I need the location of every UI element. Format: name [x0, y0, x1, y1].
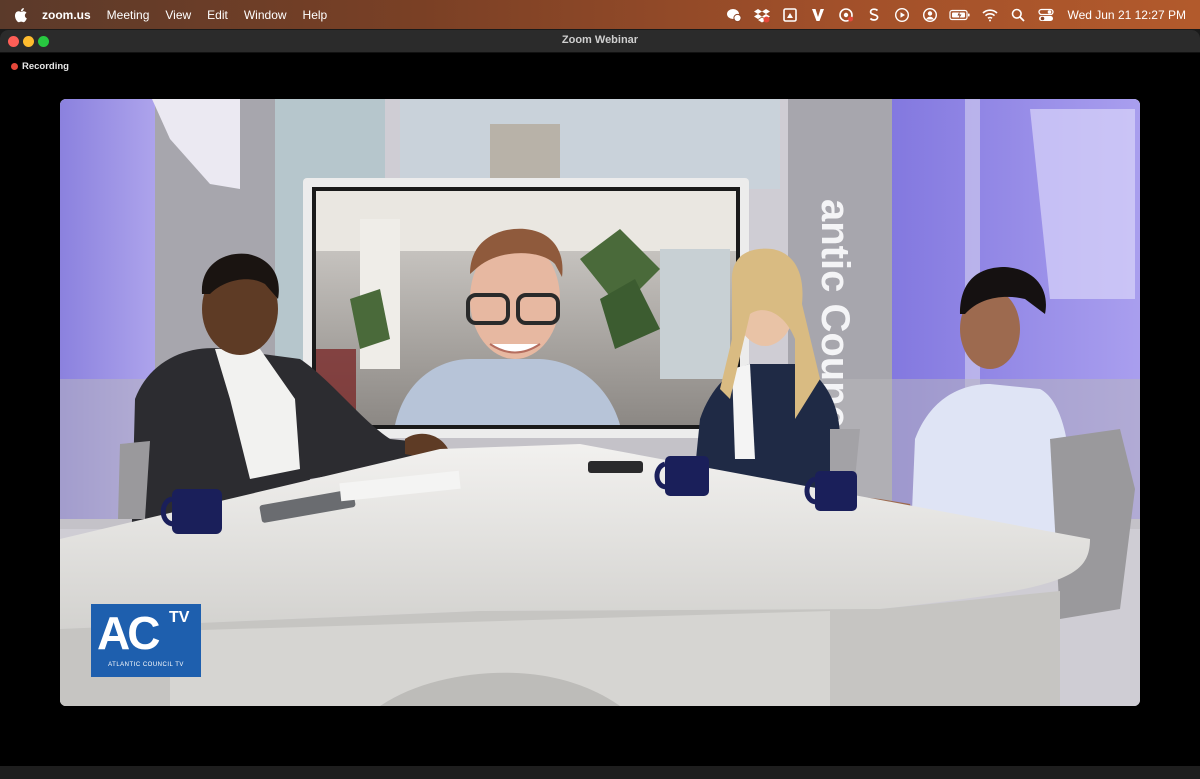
dropbox-icon[interactable]: [753, 7, 771, 23]
control-center-icon[interactable]: [1037, 7, 1055, 23]
zoom-window: Zoom Webinar Recording antic Council AC …: [0, 30, 1200, 779]
logo-subtitle: ATLANTIC COUNCIL TV: [108, 662, 184, 668]
window-titlebar[interactable]: Zoom Webinar: [0, 30, 1200, 53]
window-title: Zoom Webinar: [561, 34, 639, 46]
search-icon[interactable]: [1009, 7, 1027, 23]
menu-clock[interactable]: Wed Jun 21 12:27 PM: [1067, 8, 1186, 22]
wechat-icon[interactable]: [725, 7, 743, 23]
menu-window[interactable]: Window: [244, 8, 287, 22]
ac-tv-logo: AC TV ATLANTIC COUNCIL TV: [91, 604, 201, 677]
menu-help[interactable]: Help: [303, 8, 328, 22]
v-icon[interactable]: [809, 7, 827, 23]
menu-meeting[interactable]: Meeting: [107, 8, 150, 22]
video-feed[interactable]: antic Council AC TV ATLANTIC COUNCIL TV: [60, 99, 1140, 706]
studio-scene: antic Council: [60, 99, 1140, 706]
menu-bar: zoom.us Meeting View Edit Window Help We…: [0, 0, 1200, 29]
sync-icon[interactable]: [837, 7, 855, 23]
s-icon[interactable]: [865, 7, 883, 23]
menu-edit[interactable]: Edit: [207, 8, 228, 22]
menu-view[interactable]: View: [165, 8, 191, 22]
window-bottom-strip: [0, 766, 1200, 779]
user-icon[interactable]: [921, 7, 939, 23]
logo-tv-text: TV: [169, 609, 190, 626]
recording-dot-icon: [11, 63, 18, 70]
drive-icon[interactable]: [781, 7, 799, 23]
menu-app-name[interactable]: zoom.us: [42, 8, 91, 22]
recording-label: Recording: [22, 61, 69, 72]
recording-indicator[interactable]: Recording: [11, 61, 69, 72]
apple-icon[interactable]: [14, 7, 28, 23]
battery-icon[interactable]: [949, 7, 971, 23]
logo-main-text: AC: [97, 607, 160, 659]
play-icon[interactable]: [893, 7, 911, 23]
wifi-icon[interactable]: [981, 7, 999, 23]
